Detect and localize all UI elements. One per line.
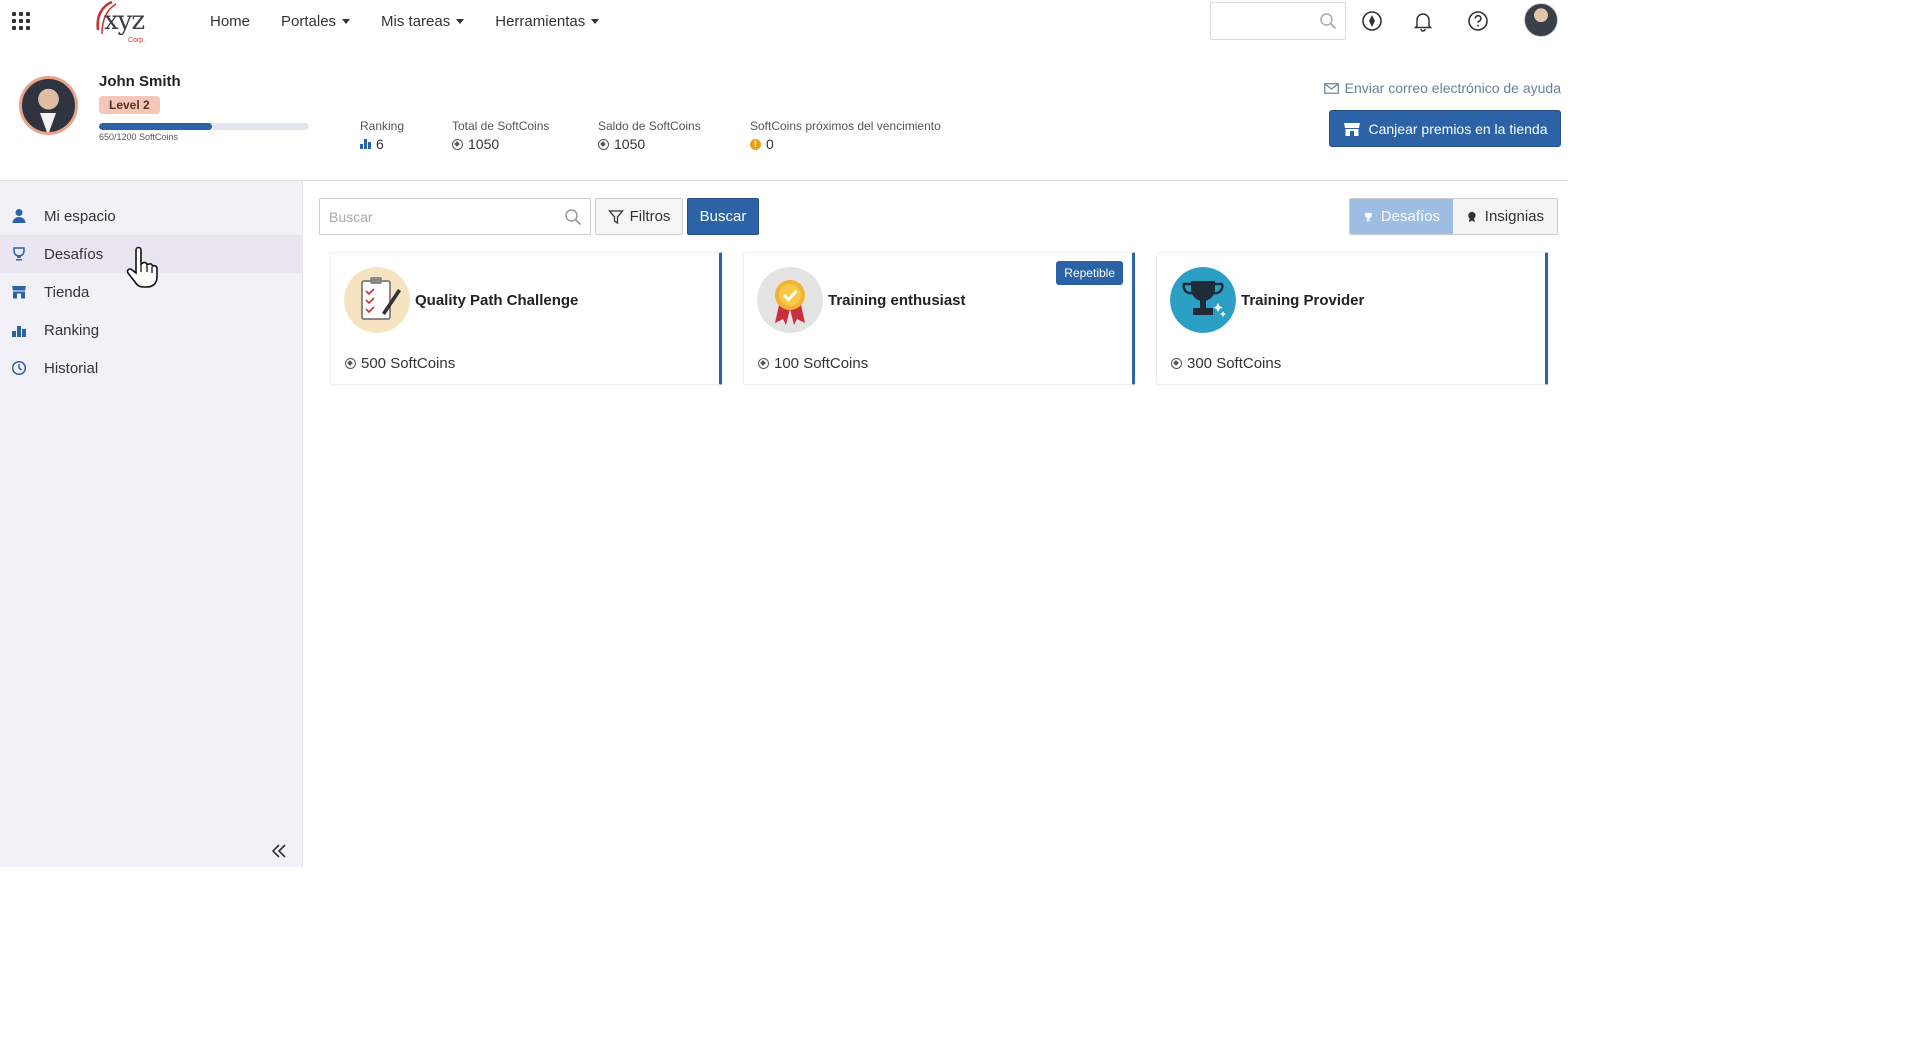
stat-total-softcoins: Total de SoftCoins 1050 [452, 119, 549, 152]
challenge-search-box [319, 198, 591, 235]
clipboard-checklist-icon [344, 267, 410, 333]
redeem-rewards-button[interactable]: Canjear premios en la tienda [1329, 110, 1561, 147]
nav-herramientas[interactable]: Herramientas [495, 13, 600, 30]
store-icon [12, 286, 26, 299]
trophy-icon [1365, 212, 1372, 221]
softcoin-icon [345, 358, 356, 369]
redeem-rewards-label: Canjear premios en la tienda [1368, 120, 1548, 137]
nav-herramientas-label: Herramientas [495, 13, 586, 30]
user-avatar-small[interactable] [1524, 3, 1558, 37]
stat-expiring-softcoins: SoftCoins próximos del vencimiento ! 0 [750, 119, 941, 152]
level-badge: Level 2 [99, 96, 160, 114]
collapse-sidebar-icon[interactable] [270, 843, 288, 859]
challenge-search-input[interactable] [329, 199, 549, 234]
softcoin-icon [452, 138, 463, 150]
stat-value: 1050 [468, 136, 500, 152]
view-toggle: Desafíos Insignias [1349, 198, 1558, 235]
stat-value: 1050 [614, 136, 646, 152]
caret-down-icon [342, 19, 351, 24]
stat-value: 6 [376, 136, 384, 152]
logo-subtext: Corp. [128, 37, 146, 44]
toggle-desafios-label: Desafíos [1380, 208, 1440, 225]
challenge-coins: 500 SoftCoins [361, 355, 456, 372]
ranking-icon [12, 326, 26, 337]
stat-value: 0 [766, 136, 774, 152]
search-icon[interactable] [1319, 12, 1337, 30]
stat-saldo-softcoins: Saldo de SoftCoins 1050 [598, 119, 701, 152]
challenge-title: Training enthusiast [828, 292, 966, 309]
challenge-card[interactable]: Training Provider 300 SoftCoins [1156, 252, 1548, 385]
sidebar-item-label: Mi espacio [44, 207, 116, 225]
filters-button[interactable]: Filtros [595, 198, 683, 235]
level-progress-fill [99, 123, 213, 130]
user-avatar [19, 76, 78, 135]
challenge-coins: 300 SoftCoins [1187, 355, 1282, 372]
help-email-label: Enviar correo electrónico de ayuda [1344, 80, 1561, 96]
challenge-title: Training Provider [1241, 292, 1365, 309]
apps-grid-icon[interactable] [12, 12, 30, 30]
top-navbar: xyz Corp. Home Portales Mis tareas Herra… [0, 0, 1568, 44]
user-icon [12, 209, 26, 223]
top-search-input[interactable] [1219, 3, 1319, 39]
sidebar-item-label: Historial [44, 359, 99, 377]
stat-label: SoftCoins próximos del vencimiento [750, 119, 941, 133]
ranking-icon [360, 139, 371, 149]
notifications-bell-icon[interactable] [1412, 10, 1434, 32]
toggle-insignias-label: Insignias [1484, 208, 1544, 225]
stat-label: Saldo de SoftCoins [598, 119, 701, 133]
toggle-insignias[interactable]: Insignias [1453, 199, 1557, 234]
challenge-card[interactable]: Quality Path Challenge 500 SoftCoins [330, 252, 722, 385]
caret-down-icon [591, 19, 600, 24]
level-progress-text: 650/1200 SoftCoins [99, 132, 179, 142]
store-icon [1343, 122, 1360, 136]
nav-home-label: Home [210, 13, 251, 30]
stat-ranking: Ranking 6 [360, 119, 404, 152]
help-icon[interactable] [1467, 10, 1489, 32]
sidebar-item-ranking[interactable]: Ranking [0, 311, 303, 349]
softcoin-icon [598, 138, 609, 150]
award-medal-icon [757, 267, 823, 333]
caret-down-icon [456, 19, 465, 24]
nav-portales[interactable]: Portales [281, 13, 351, 30]
badge-icon [1468, 211, 1476, 222]
envelope-icon [1323, 82, 1339, 94]
profile-header: John Smith Level 2 650/1200 SoftCoins Ra… [0, 44, 1568, 181]
challenge-title: Quality Path Challenge [415, 292, 579, 309]
trophy-icon [13, 247, 25, 261]
compass-icon[interactable] [1361, 10, 1383, 32]
help-email-link[interactable]: Enviar correo electrónico de ayuda [1323, 80, 1561, 96]
search-icon[interactable] [564, 208, 582, 226]
logo-text: xyz [104, 6, 145, 36]
company-logo[interactable]: xyz Corp. [90, 0, 152, 44]
softcoin-icon [758, 358, 769, 369]
challenge-coins: 100 SoftCoins [774, 355, 869, 372]
level-progress-bar [99, 123, 309, 130]
warning-coin-icon: ! [750, 138, 761, 150]
softcoin-icon [1171, 358, 1182, 369]
stat-label: Ranking [360, 119, 405, 133]
toggle-desafios[interactable]: Desafíos [1350, 199, 1453, 234]
search-button[interactable]: Buscar [687, 198, 759, 235]
sidebar-item-label: Ranking [44, 321, 100, 339]
stat-label: Total de SoftCoins [452, 119, 550, 133]
nav-mis-tareas-label: Mis tareas [381, 13, 451, 30]
hand-pointer-cursor-icon [126, 246, 158, 288]
nav-mis-tareas[interactable]: Mis tareas [381, 13, 465, 30]
sidebar-item-label: Tienda [44, 283, 90, 301]
sidebar-item-historial[interactable]: Historial [0, 349, 303, 387]
main-nav: Home Portales Mis tareas Herramientas [210, 13, 600, 30]
top-search-box [1210, 2, 1346, 40]
nav-portales-label: Portales [281, 13, 337, 30]
trophy-icon [1170, 267, 1236, 333]
repeatable-badge: Repetible [1056, 261, 1123, 285]
filter-icon [607, 209, 624, 224]
sidebar-item-mi-espacio[interactable]: Mi espacio [0, 197, 303, 235]
sidebar-item-label: Desafíos [44, 245, 104, 263]
filters-label: Filtros [629, 208, 671, 225]
challenge-card[interactable]: Training enthusiast Repetible 100 SoftCo… [743, 252, 1135, 385]
nav-home[interactable]: Home [210, 13, 250, 30]
history-icon [11, 360, 27, 376]
user-name: John Smith [99, 73, 181, 90]
